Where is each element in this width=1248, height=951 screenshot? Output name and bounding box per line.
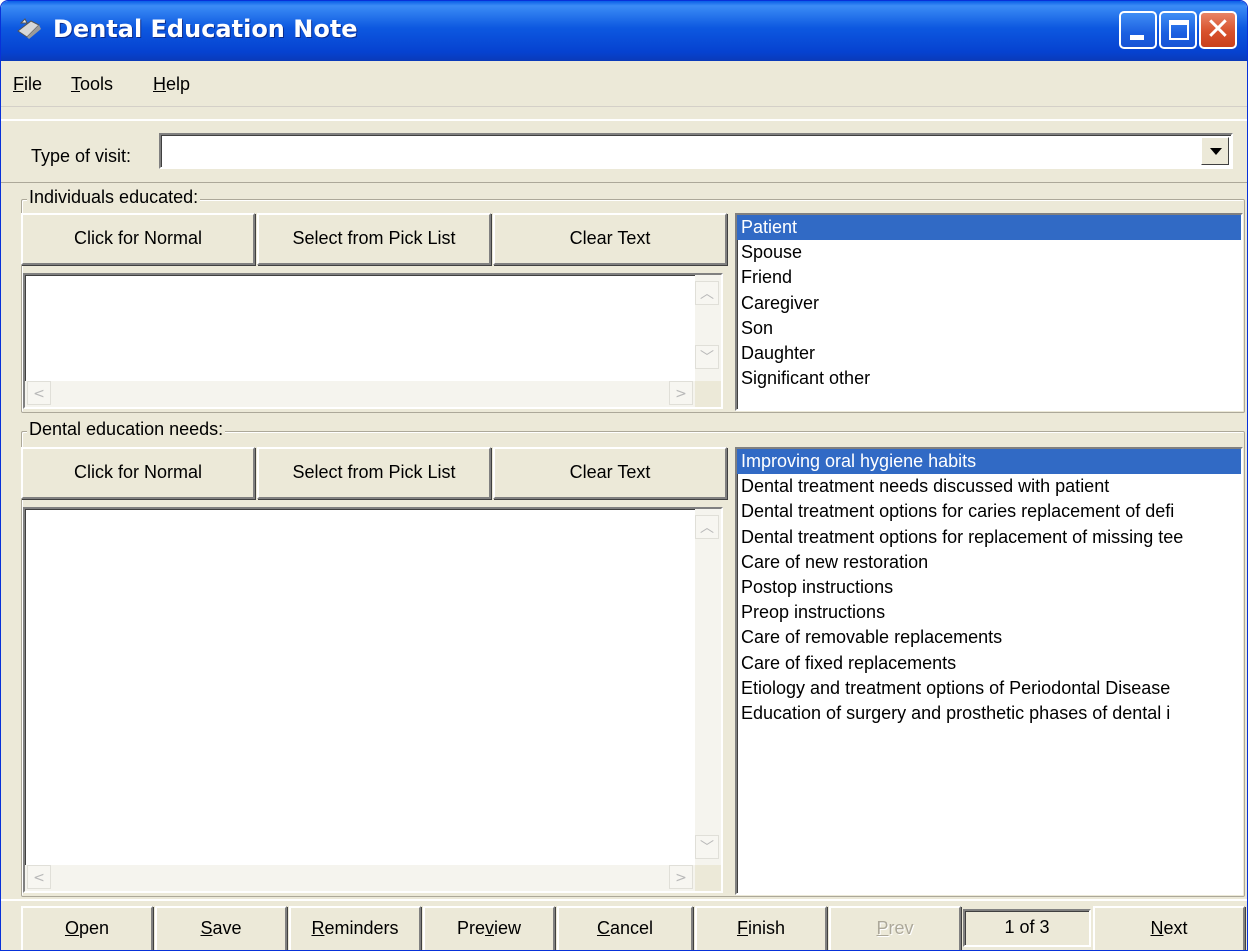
menu-file-mnemonic: F xyxy=(13,74,24,94)
menu-file[interactable]: File xyxy=(13,74,42,95)
preview-label-end: iew xyxy=(494,918,522,938)
minimize-button[interactable] xyxy=(1119,11,1157,49)
needs-horizontal-scrollbar[interactable]: < > xyxy=(25,865,695,891)
type-of-visit-combo[interactable] xyxy=(159,133,1233,169)
list-item[interactable]: Education of surgery and prosthetic phas… xyxy=(737,701,1241,726)
prev-mnemonic: P xyxy=(876,918,889,938)
scroll-right-icon[interactable]: > xyxy=(669,381,693,405)
needs-click-for-normal-button[interactable]: Click for Normal xyxy=(21,447,255,499)
list-item[interactable]: Son xyxy=(737,316,1241,341)
list-item[interactable]: Significant other xyxy=(737,366,1241,391)
finish-label: inish xyxy=(747,918,786,938)
list-item[interactable]: Care of fixed replacements xyxy=(737,651,1241,676)
minimize-icon xyxy=(1130,35,1144,40)
prev-label: rev xyxy=(888,918,914,938)
list-item[interactable]: Dental treatment needs discussed with pa… xyxy=(737,474,1241,499)
list-item[interactable]: Etiology and treatment options of Period… xyxy=(737,676,1241,701)
list-item[interactable]: Spouse xyxy=(737,240,1241,265)
dropdown-arrow-icon[interactable] xyxy=(1201,137,1229,165)
individuals-horizontal-scrollbar[interactable]: < > xyxy=(25,381,695,407)
list-item[interactable]: Caregiver xyxy=(737,291,1241,316)
scroll-down-icon[interactable]: ﹀ xyxy=(695,835,719,859)
save-button[interactable]: Save xyxy=(155,906,287,950)
menu-tools-mnemonic: T xyxy=(71,74,80,94)
finish-mnemonic: F xyxy=(736,918,748,938)
scroll-right-icon[interactable]: > xyxy=(669,865,693,889)
menu-file-label: ile xyxy=(24,74,43,94)
preview-button[interactable]: Preview xyxy=(423,906,555,950)
preview-mnemonic: v xyxy=(485,918,494,938)
close-button[interactable]: ✕ xyxy=(1199,11,1237,49)
scroll-left-icon[interactable]: < xyxy=(27,381,51,405)
finish-button[interactable]: Finish xyxy=(695,906,827,950)
cancel-label: ancel xyxy=(609,918,654,938)
needs-pick-list[interactable]: Improving oral hygiene habits Dental tre… xyxy=(735,447,1243,895)
individuals-pick-list[interactable]: Patient Spouse Friend Caregiver Son Daug… xyxy=(735,213,1243,411)
open-label: pen xyxy=(78,918,110,938)
save-mnemonic: S xyxy=(200,918,213,938)
next-label: ext xyxy=(1163,918,1188,938)
preview-label-start: Pre xyxy=(456,918,485,938)
reminders-mnemonic: R xyxy=(311,918,325,938)
scroll-up-icon[interactable]: ︿ xyxy=(695,515,719,539)
menu-tools-label: ools xyxy=(80,74,114,94)
needs-clear-text-button[interactable]: Clear Text xyxy=(493,447,727,499)
list-item[interactable]: Patient xyxy=(737,215,1241,241)
cancel-mnemonic: C xyxy=(596,918,610,938)
next-mnemonic: N xyxy=(1150,918,1164,938)
scroll-corner xyxy=(695,381,721,407)
cancel-button[interactable]: Cancel xyxy=(557,906,693,950)
prev-button[interactable]: Prev xyxy=(829,906,961,950)
scroll-left-icon[interactable]: < xyxy=(27,865,51,889)
close-icon: ✕ xyxy=(1205,12,1231,47)
list-item[interactable]: Care of new restoration xyxy=(737,550,1241,575)
menu-help-label: elp xyxy=(166,74,191,94)
type-of-visit-label: Type of visit: xyxy=(31,146,132,166)
menu-tools[interactable]: Tools xyxy=(71,74,113,95)
window-title: Dental Education Note xyxy=(53,15,358,43)
dental-education-needs-label: Dental education needs: xyxy=(27,419,226,440)
next-button[interactable]: Next xyxy=(1093,906,1245,950)
dental-education-note-window: Dental Education Note ✕ File Tools Help … xyxy=(0,0,1248,951)
list-item[interactable]: Dental treatment options for caries repl… xyxy=(737,499,1241,524)
list-item[interactable]: Dental treatment options for replacement… xyxy=(737,525,1241,550)
reminders-button[interactable]: Reminders xyxy=(289,906,421,950)
maximize-button[interactable] xyxy=(1159,11,1197,49)
list-item[interactable]: Friend xyxy=(737,265,1241,290)
individuals-click-for-normal-button[interactable]: Click for Normal xyxy=(21,213,255,265)
individuals-text-area[interactable]: ︿ ﹀ < > xyxy=(23,273,723,409)
title-bar[interactable]: Dental Education Note ✕ xyxy=(1,1,1247,61)
needs-vertical-scrollbar[interactable]: ︿ ﹀ xyxy=(695,509,721,865)
menu-help-mnemonic: H xyxy=(153,74,166,94)
list-item[interactable]: Postop instructions xyxy=(737,575,1241,600)
individuals-vertical-scrollbar[interactable]: ︿ ﹀ xyxy=(695,275,721,381)
individuals-select-pick-list-button[interactable]: Select from Pick List xyxy=(257,213,491,265)
app-tooth-icon xyxy=(17,18,41,39)
reminders-label: eminders xyxy=(324,918,399,938)
save-label: ave xyxy=(212,918,242,938)
individuals-clear-text-button[interactable]: Clear Text xyxy=(493,213,727,265)
list-item[interactable]: Care of removable replacements xyxy=(737,625,1241,650)
menu-bar: File Tools Help xyxy=(1,61,1247,107)
scroll-corner xyxy=(695,865,721,891)
menu-help[interactable]: Help xyxy=(153,74,190,95)
individuals-educated-label: Individuals educated: xyxy=(27,187,201,208)
page-indicator: 1 of 3 xyxy=(963,909,1091,947)
needs-text-area[interactable]: ︿ ﹀ < > xyxy=(23,507,723,893)
scroll-down-icon[interactable]: ﹀ xyxy=(695,345,719,369)
needs-select-pick-list-button[interactable]: Select from Pick List xyxy=(257,447,491,499)
open-mnemonic: O xyxy=(64,918,79,938)
open-button[interactable]: Open xyxy=(21,906,153,950)
maximize-icon xyxy=(1169,20,1189,40)
scroll-up-icon[interactable]: ︿ xyxy=(695,281,719,305)
list-item[interactable]: Daughter xyxy=(737,341,1241,366)
list-item[interactable]: Improving oral hygiene habits xyxy=(737,449,1241,475)
list-item[interactable]: Preop instructions xyxy=(737,600,1241,625)
